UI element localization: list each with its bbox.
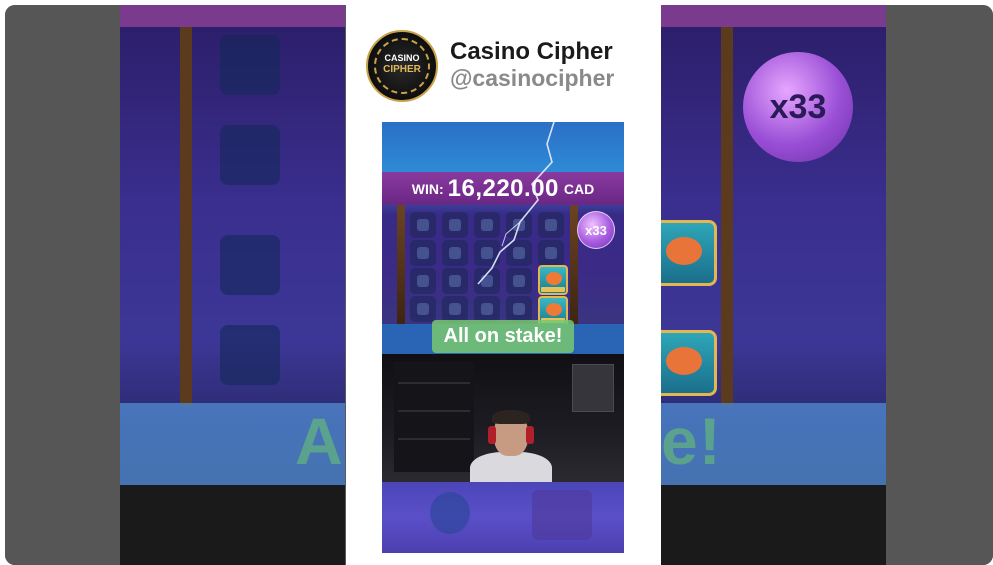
video-caption: All on stake! — [432, 320, 574, 353]
backdrop-multiplier-bubble: x33 — [743, 52, 853, 162]
reel-symbol — [442, 268, 468, 294]
backdrop-left-side — [5, 5, 120, 565]
win-currency: CAD — [563, 180, 595, 197]
backdrop-dark-area — [120, 485, 345, 565]
win-amount: 16,220.00 — [447, 174, 559, 202]
backdrop-caption-right: e! — [661, 404, 722, 478]
streamer-webcam — [382, 354, 624, 482]
channel-name[interactable]: Casino Cipher — [450, 38, 613, 66]
backdrop-caption-left: A — [295, 404, 344, 478]
backdrop-dark-area — [661, 485, 886, 565]
reel-symbol — [506, 240, 532, 266]
channel-handle[interactable]: @casinocipher — [450, 65, 614, 92]
wall-poster — [572, 364, 614, 412]
backdrop-tile — [220, 325, 280, 385]
streamer-hair — [492, 410, 530, 424]
backdrop-topbar — [661, 5, 886, 27]
channel-avatar[interactable]: CASINO CIPHER — [366, 30, 438, 102]
backdrop-pillar — [721, 27, 733, 407]
value-tag — [541, 287, 565, 292]
reel-symbol — [442, 296, 468, 322]
reel-symbol — [410, 268, 436, 294]
reel-symbol — [442, 212, 468, 238]
headphones-icon — [526, 426, 534, 444]
video-player[interactable]: WIN: 16,220.00 CAD x33 All on stake! — [382, 122, 624, 553]
headphones-icon — [488, 426, 496, 444]
reel-symbol — [538, 212, 564, 238]
reel-symbol — [442, 240, 468, 266]
bottom-symbol — [532, 490, 592, 540]
reel-symbol — [410, 240, 436, 266]
avatar-logo-bottom: CIPHER — [383, 64, 421, 75]
reel-pillar-left — [397, 205, 405, 327]
background-shelf — [394, 362, 474, 472]
backdrop-left-game: A — [120, 5, 345, 565]
backdrop-pillar — [180, 27, 192, 407]
avatar-logo-top: CASINO — [384, 53, 420, 63]
reel-symbol — [474, 240, 500, 266]
reel-symbol — [506, 212, 532, 238]
fish-money-symbol — [538, 265, 568, 295]
multiplier-bubble: x33 — [577, 211, 615, 249]
reel-symbol — [506, 268, 532, 294]
shelf-board — [398, 382, 470, 384]
backdrop-fish-tile — [661, 220, 717, 286]
backdrop-fish-tile — [661, 330, 717, 396]
win-banner: WIN: 16,220.00 CAD — [382, 172, 624, 205]
reel-symbol — [474, 296, 500, 322]
shelf-board — [398, 438, 470, 440]
reel-symbol — [538, 240, 564, 266]
fish-icon — [546, 303, 562, 316]
backdrop-tile — [220, 235, 280, 295]
win-label: WIN: — [411, 180, 444, 197]
reel-symbol — [506, 296, 532, 322]
reel-symbol — [410, 296, 436, 322]
video-bottom-game — [382, 482, 624, 553]
fish-icon — [546, 272, 562, 285]
shelf-board — [398, 410, 470, 412]
slot-game-view: WIN: 16,220.00 CAD x33 — [382, 122, 624, 327]
backdrop-right-side — [886, 5, 993, 565]
bottom-symbol — [430, 492, 470, 534]
reel-symbol — [410, 212, 436, 238]
backdrop-tile — [220, 125, 280, 185]
backdrop-tile — [220, 35, 280, 95]
backdrop-topbar — [120, 5, 345, 27]
reel-symbol — [474, 268, 500, 294]
streamer-body — [470, 452, 552, 482]
reel-pillar-right — [570, 205, 578, 327]
reel-symbol — [474, 212, 500, 238]
streamer-figure — [470, 410, 552, 482]
